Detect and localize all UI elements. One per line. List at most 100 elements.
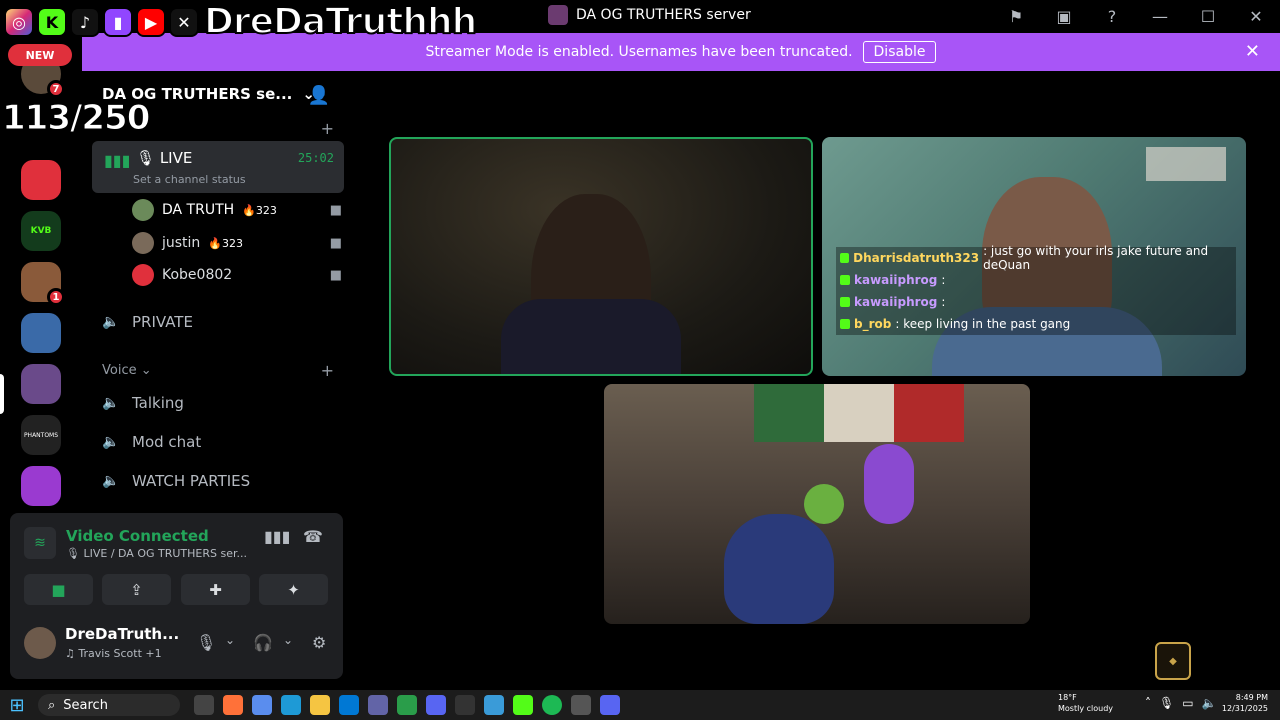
task-view-icon[interactable] xyxy=(194,695,214,715)
microphone-icon[interactable]: 🎙 xyxy=(196,633,216,652)
spotify-icon[interactable] xyxy=(542,695,562,715)
server-icon[interactable] xyxy=(21,364,61,404)
file-explorer-icon[interactable] xyxy=(310,695,330,715)
video-tile-speaking[interactable] xyxy=(389,137,813,376)
outlook-icon[interactable] xyxy=(339,695,359,715)
firefox-icon[interactable] xyxy=(223,695,243,715)
disable-button[interactable]: Disable xyxy=(862,41,937,63)
maximize-button[interactable]: ☐ xyxy=(1184,0,1232,33)
channel-watch-parties[interactable]: 🔈 WATCH PARTIES xyxy=(102,466,250,496)
screen-share-button[interactable]: ⇪ xyxy=(102,574,171,605)
disconnect-icon[interactable]: ☎ xyxy=(303,527,323,546)
app-icon[interactable] xyxy=(571,695,591,715)
add-channel-icon[interactable]: + xyxy=(321,119,334,138)
chevron-down-icon[interactable]: ⌄ xyxy=(283,633,293,647)
app-icon[interactable] xyxy=(455,695,475,715)
close-window-button[interactable]: ✕ xyxy=(1232,0,1280,33)
kick-icon: K xyxy=(37,7,67,37)
streamer-name: DreDaTruthhh xyxy=(203,1,478,42)
window-controls: ⚑ ▣ ? — ☐ ✕ xyxy=(992,0,1280,33)
add-member-icon[interactable]: 👤 xyxy=(308,85,330,106)
chat-text: : xyxy=(941,273,946,287)
volume-icon[interactable]: 🔈 xyxy=(1202,696,1217,710)
kick-icon xyxy=(840,319,850,329)
chat-user: kawaiiphrog xyxy=(854,273,938,287)
clock[interactable]: 8:49 PM 12/31/2025 xyxy=(1222,692,1268,714)
noise-suppression-icon[interactable]: ▮▮▮ xyxy=(264,527,290,546)
clock-date: 12/31/2025 xyxy=(1221,704,1268,713)
speaker-icon: 🔈 xyxy=(102,473,120,489)
chevron-up-icon[interactable]: ˄ xyxy=(1145,696,1151,710)
search-icon: ⌕ xyxy=(48,697,56,713)
voice-member[interactable]: Kobe0802 ■ xyxy=(132,262,342,288)
taskbar-search[interactable]: ⌕ Search xyxy=(38,694,180,716)
xbox-icon[interactable] xyxy=(397,695,417,715)
live-voice-channel[interactable]: ▮▮▮ 🎙 LIVE 25:02 Set a channel status xyxy=(92,141,344,193)
voice-member[interactable]: DA TRUTH 🔥323 ■ xyxy=(132,197,342,223)
discord-app-icon[interactable] xyxy=(426,695,446,715)
video-tile[interactable] xyxy=(604,384,1030,624)
signal-icon[interactable]: ≋ xyxy=(24,527,56,559)
instagram-icon: ◎ xyxy=(4,7,34,37)
voice-member[interactable]: justin 🔥323 ■ xyxy=(132,230,342,256)
speaker-icon: 🔈 xyxy=(102,314,120,330)
close-icon[interactable]: ✕ xyxy=(1245,41,1260,62)
user-status: ♫ Travis Scott +1 xyxy=(65,647,162,660)
edge-icon[interactable] xyxy=(281,695,301,715)
server-icon[interactable] xyxy=(21,313,61,353)
channel-mod-chat[interactable]: 🔈 Mod chat xyxy=(102,427,201,457)
social-overlay: ◎ K ♪ ▮ ▶ ✕ DreDaTruthhh xyxy=(0,0,478,44)
twitch-icon: ▮ xyxy=(103,7,133,37)
network-icon[interactable]: ▭ xyxy=(1182,696,1193,710)
copilot-icon[interactable] xyxy=(252,695,272,715)
chevron-down-icon[interactable]: ⌄ xyxy=(225,633,235,647)
windows-start-icon[interactable]: ⊞ xyxy=(0,690,34,720)
camera-icon: ■ xyxy=(329,202,342,218)
search-label: Search xyxy=(63,697,108,713)
kvb-server-icon[interactable]: KVB xyxy=(21,211,61,251)
new-badge: NEW xyxy=(8,44,72,66)
video-tile[interactable]: Dharrisdatruth323 : just go with your ir… xyxy=(822,137,1246,376)
photos-icon[interactable] xyxy=(484,695,504,715)
server-icon[interactable]: 1 xyxy=(21,262,65,306)
voice-connection-panel: ≋ Video Connected 🎙 LIVE / DA OG TRUTHER… xyxy=(10,513,343,679)
teams-icon[interactable] xyxy=(368,695,388,715)
plush-toy xyxy=(864,444,914,524)
weather-widget[interactable]: 18°F Mostly cloudy xyxy=(1040,692,1113,714)
gear-icon[interactable]: ⚙ xyxy=(312,633,326,652)
avatar[interactable] xyxy=(24,627,56,659)
channel-name: Talking xyxy=(132,394,184,412)
channel-private[interactable]: 🔈 PRIVATE xyxy=(102,307,193,337)
participant-video xyxy=(724,514,834,624)
server-icon[interactable] xyxy=(21,160,61,200)
tray-app-icon[interactable]: 🎙 xyxy=(1159,696,1174,710)
camera-button[interactable]: ■ xyxy=(24,574,93,605)
headphones-icon[interactable]: 🎧 xyxy=(253,633,273,652)
streak-badge: 🔥323 xyxy=(208,236,244,250)
add-voice-channel-icon[interactable]: + xyxy=(321,361,334,380)
voice-status-title: Video Connected xyxy=(66,527,209,545)
channel-status[interactable]: Set a channel status xyxy=(133,173,246,186)
selected-indicator xyxy=(0,374,4,414)
voice-category[interactable]: Voice ⌄ xyxy=(102,363,152,378)
help-icon[interactable]: ? xyxy=(1088,0,1136,33)
banner-text: Streamer Mode is enabled. Usernames have… xyxy=(425,44,853,60)
phantoms-server-icon[interactable]: PHANTOMS xyxy=(21,415,61,455)
activities-button[interactable]: ✚ xyxy=(181,574,250,605)
taskbar-apps xyxy=(194,695,620,715)
minimize-button[interactable]: — xyxy=(1136,0,1184,33)
channel-name: PRIVATE xyxy=(132,313,193,331)
discord-icon[interactable] xyxy=(600,695,620,715)
inbox-icon[interactable]: ▣ xyxy=(1040,0,1088,33)
flag-icon[interactable]: ⚑ xyxy=(992,0,1040,33)
avatar xyxy=(132,264,154,286)
channel-talking[interactable]: 🔈 Talking xyxy=(102,388,184,418)
weather-temp: 18°F xyxy=(1058,693,1077,702)
server-icon[interactable] xyxy=(21,466,61,506)
user-panel: DreDaTruth... ♫ Travis Scott +1 🎙 ⌄ 🎧 ⌄ … xyxy=(20,621,333,671)
chat-user: Dharrisdatruth323 xyxy=(853,251,980,265)
member-name: justin xyxy=(162,235,201,251)
weather-desc: Mostly cloudy xyxy=(1058,704,1113,713)
kick-app-icon[interactable] xyxy=(513,695,533,715)
soundboard-button[interactable]: ✦ xyxy=(259,574,328,605)
